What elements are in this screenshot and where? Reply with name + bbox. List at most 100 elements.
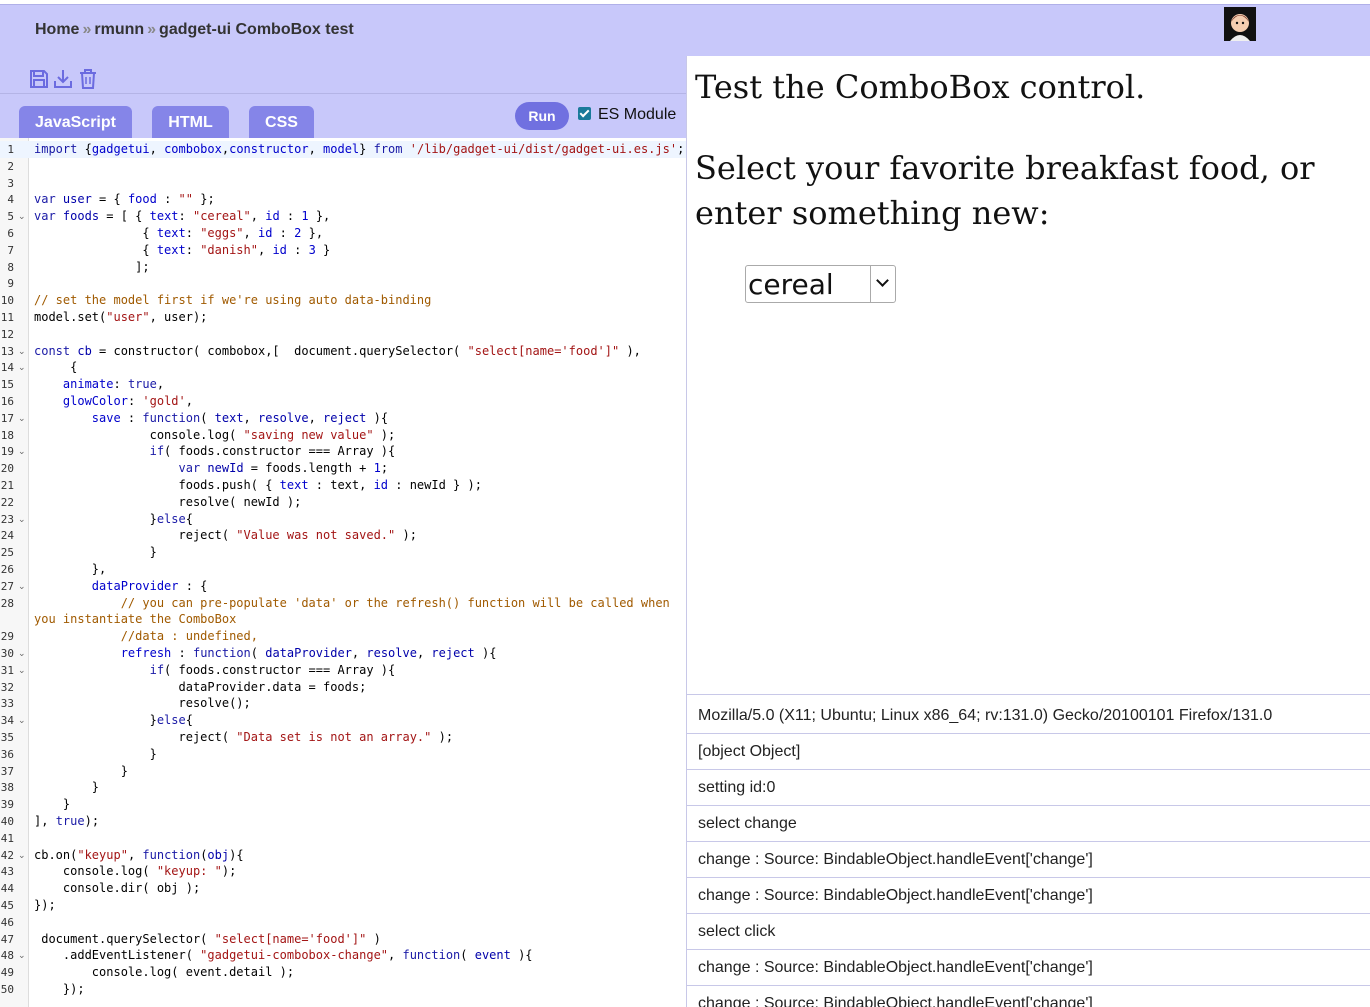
code-text[interactable]: you instantiate the ComboBox	[34, 611, 236, 628]
fold-chevron-icon[interactable]: ⌄	[18, 645, 26, 662]
code-text[interactable]: resolve( newId );	[34, 494, 301, 511]
code-line[interactable]: 24 reject( "Value was not saved." );	[0, 527, 686, 544]
code-line[interactable]: 43 console.log( "keyup: ");	[0, 863, 686, 880]
fold-chevron-icon[interactable]: ⌄	[18, 662, 26, 679]
code-line[interactable]: 38 }	[0, 779, 686, 796]
code-line[interactable]: 47 document.querySelector( "select[name=…	[0, 931, 686, 948]
code-line[interactable]: 29 //data : undefined,	[0, 628, 686, 645]
code-text[interactable]: },	[34, 561, 106, 578]
code-text[interactable]: var foods = [ { text: "cereal", id : 1 }…	[34, 208, 330, 225]
code-text[interactable]: document.querySelector( "select[name='fo…	[34, 931, 381, 948]
code-text[interactable]: }	[34, 763, 128, 780]
code-text[interactable]: });	[34, 981, 85, 998]
code-line[interactable]: 5 ⌄ var foods = [ { text: "cereal", id : 1…	[0, 208, 686, 225]
code-line[interactable]: 42 ⌄ cb.on("keyup", function(obj){	[0, 847, 686, 864]
save-icon[interactable]	[28, 68, 50, 92]
code-text[interactable]: model.set("user", user);	[34, 309, 207, 326]
code-text[interactable]: }	[34, 779, 99, 796]
code-line[interactable]: 45});	[0, 897, 686, 914]
code-text[interactable]: // you can pre-populate 'data' or the re…	[34, 595, 670, 612]
code-line[interactable]: 35 reject( "Data set is not an array." )…	[0, 729, 686, 746]
code-line[interactable]: 9	[0, 275, 686, 292]
es-module-checkbox[interactable]	[578, 107, 591, 120]
code-line[interactable]: 27 ⌄ dataProvider : {	[0, 578, 686, 595]
code-line[interactable]: 28 // you can pre-populate 'data' or the…	[0, 595, 686, 612]
es-module-toggle[interactable]: ES Module	[578, 106, 676, 124]
code-line[interactable]: 7 { text: "danish", id : 3 }	[0, 242, 686, 259]
code-line[interactable]: you instantiate the ComboBox	[0, 611, 686, 628]
code-line[interactable]: 11 model.set("user", user);	[0, 309, 686, 326]
code-text[interactable]: glowColor: 'gold',	[34, 393, 193, 410]
code-line[interactable]: 50 });	[0, 981, 686, 998]
code-text[interactable]: import {gadgetui, combobox,constructor, …	[34, 141, 684, 158]
code-text[interactable]: }	[34, 796, 70, 813]
fold-chevron-icon[interactable]: ⌄	[18, 359, 26, 376]
code-line[interactable]: 23 ⌄ }else{	[0, 511, 686, 528]
code-line[interactable]: 34 ⌄ }else{	[0, 712, 686, 729]
code-line[interactable]: 32 dataProvider.data = foods;	[0, 679, 686, 696]
code-text[interactable]: //data : undefined,	[34, 628, 258, 645]
code-line[interactable]: 41	[0, 830, 686, 847]
chevron-down-icon[interactable]	[870, 266, 895, 302]
code-line[interactable]: 6 { text: "eggs", id : 2 },	[0, 225, 686, 242]
code-line[interactable]: 8 ];	[0, 259, 686, 276]
code-text[interactable]: reject( "Value was not saved." );	[34, 527, 416, 544]
code-line[interactable]: 12	[0, 326, 686, 343]
code-text[interactable]: resolve();	[34, 695, 250, 712]
trash-icon[interactable]	[77, 68, 99, 92]
code-line[interactable]: 4 var user = { food : "" };	[0, 191, 686, 208]
code-text[interactable]: });	[34, 897, 56, 914]
code-line[interactable]: 37 }	[0, 763, 686, 780]
code-line[interactable]: 16 glowColor: 'gold',	[0, 393, 686, 410]
code-line[interactable]: 3	[0, 175, 686, 192]
food-combobox[interactable]: cereal	[745, 265, 896, 303]
code-line[interactable]: 10 // set the model first if we're using …	[0, 292, 686, 309]
code-line[interactable]: 36 }	[0, 746, 686, 763]
code-line[interactable]: 18 console.log( "saving new value" );	[0, 427, 686, 444]
code-line[interactable]: 33 resolve();	[0, 695, 686, 712]
code-text[interactable]: if( foods.constructor === Array ){	[34, 662, 396, 679]
code-text[interactable]: console.log( "saving new value" );	[34, 427, 396, 444]
code-line[interactable]: 22 resolve( newId );	[0, 494, 686, 511]
code-line[interactable]: 40], true);	[0, 813, 686, 830]
code-text[interactable]: const cb = constructor( combobox,[ docum…	[34, 343, 641, 360]
code-text[interactable]: .addEventListener( "gadgetui-combobox-ch…	[34, 947, 533, 964]
code-text[interactable]: { text: "danish", id : 3 }	[34, 242, 330, 259]
code-text[interactable]: animate: true,	[34, 376, 164, 393]
code-text[interactable]: }else{	[34, 511, 193, 528]
code-text[interactable]: }else{	[34, 712, 193, 729]
code-text[interactable]: }	[34, 746, 157, 763]
code-line[interactable]: 17 ⌄ save : function( text, resolve, reje…	[0, 410, 686, 427]
code-line[interactable]: 13 ⌄ const cb = constructor( combobox,[ do…	[0, 343, 686, 360]
download-icon[interactable]	[52, 68, 74, 92]
code-text[interactable]: // set the model first if we're using au…	[34, 292, 431, 309]
fold-chevron-icon[interactable]: ⌄	[18, 443, 26, 460]
code-text[interactable]: dataProvider.data = foods;	[34, 679, 366, 696]
tab-javascript[interactable]: JavaScript	[19, 106, 132, 138]
code-text[interactable]: ], true);	[34, 813, 99, 830]
code-text[interactable]: console.log( "keyup: ");	[34, 863, 236, 880]
fold-chevron-icon[interactable]: ⌄	[18, 847, 26, 864]
code-line[interactable]: 30 ⌄ refresh : function( dataProvider, re…	[0, 645, 686, 662]
code-text[interactable]: if( foods.constructor === Array ){	[34, 443, 396, 460]
code-text[interactable]: { text: "eggs", id : 2 },	[34, 225, 323, 242]
code-text[interactable]: refresh : function( dataProvider, resolv…	[34, 645, 497, 662]
code-text[interactable]: console.dir( obj );	[34, 880, 200, 897]
code-line[interactable]: 26 },	[0, 561, 686, 578]
code-text[interactable]: cb.on("keyup", function(obj){	[34, 847, 244, 864]
fold-chevron-icon[interactable]: ⌄	[18, 511, 26, 528]
fold-chevron-icon[interactable]: ⌄	[18, 578, 26, 595]
code-text[interactable]: }	[34, 544, 157, 561]
code-line[interactable]: 2	[0, 158, 686, 175]
code-line[interactable]: 48 ⌄ .addEventListener( "gadgetui-combobo…	[0, 947, 686, 964]
fold-chevron-icon[interactable]: ⌄	[18, 208, 26, 225]
combobox-value[interactable]: cereal	[748, 268, 834, 301]
code-text[interactable]: {	[34, 359, 77, 376]
code-text[interactable]: foods.push( { text : text, id : newId } …	[34, 477, 481, 494]
code-line[interactable]: 46	[0, 914, 686, 931]
code-line[interactable]: 14 ⌄ {	[0, 359, 686, 376]
fold-chevron-icon[interactable]: ⌄	[18, 343, 26, 360]
code-line[interactable]: 21 foods.push( { text : text, id : newId…	[0, 477, 686, 494]
code-text[interactable]: reject( "Data set is not an array." );	[34, 729, 453, 746]
code-text[interactable]: var newId = foods.length + 1;	[34, 460, 389, 477]
